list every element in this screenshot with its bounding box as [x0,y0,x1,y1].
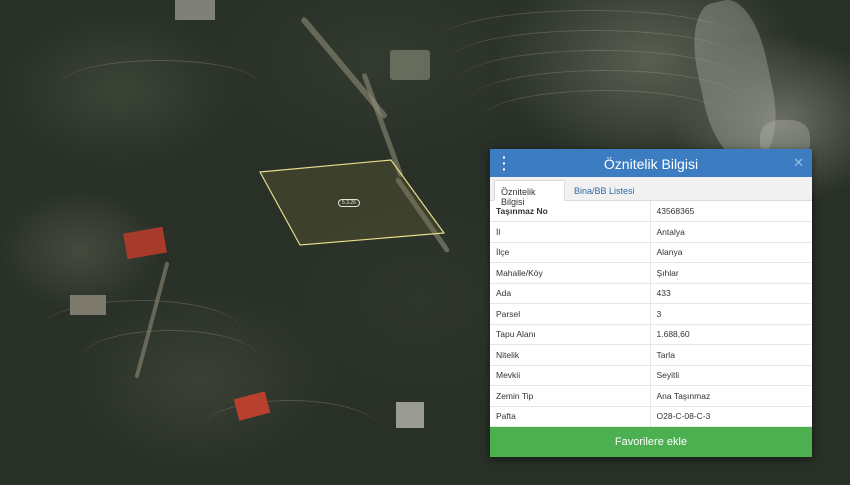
attribute-value: Alanya [650,242,812,263]
attribute-key: Ada [490,283,651,304]
add-to-favorites-button[interactable]: Favorilere ekle [490,427,812,457]
attribute-key: Tapu Alanı [490,324,651,345]
attribute-key: Mevkii [490,365,651,386]
attribute-value: 1.688,60 [650,324,812,345]
table-row: Zemin Tip Ana Taşınmaz [490,385,812,407]
table-row: Mahalle/Köy Şıhlar [490,262,812,284]
table-row: Nitelik Tarla [490,344,812,366]
table-row: İl Antalya [490,221,812,243]
tab-building-list[interactable]: Bina/BB Listesi [568,180,641,201]
attribute-key: Nitelik [490,344,651,366]
attribute-key: Pafta [490,406,651,427]
attribute-value: Antalya [650,221,812,243]
attribute-value: 3 [650,303,812,325]
table-row: Ada 433 [490,283,812,304]
parcel-label: 5.3.26 [338,199,360,207]
attribute-value: Tarla [650,344,812,366]
table-row: Taşınmaz No 43568365 [490,201,812,222]
panel-tabs: Öznitelik Bilgisi Bina/BB Listesi [490,177,812,207]
attribute-key: Zemin Tip [490,385,651,407]
table-row: Mevkii Seyitli [490,365,812,386]
attribute-key: Parsel [490,303,651,325]
attribute-key: İl [490,221,651,243]
table-row: İlçe Alanya [490,242,812,263]
attribute-value: O28-C-08-C-3 [650,406,812,427]
panel-header: · · · Öznitelik Bilgisi ✕ [490,149,812,177]
attribute-value: 43568365 [650,201,812,222]
attribute-value: Seyitli [650,365,812,386]
attribute-key: İlçe [490,242,651,263]
attribute-table: Taşınmaz No 43568365 İl Antalya İlçe Alanya Ma… [490,201,812,427]
attribute-value: Şıhlar [650,262,812,284]
panel-title: Öznitelik Bilgisi [603,156,699,172]
attribute-key: Mahalle/Köy [490,262,651,284]
tab-attribute-info[interactable]: Öznitelik Bilgisi [494,180,565,207]
table-row: Pafta O28-C-08-C-3 [490,406,812,427]
table-row: Parsel 3 [490,303,812,325]
attribute-value: Ana Taşınmaz [650,385,812,407]
attribute-value: 433 [650,283,812,304]
attribute-info-panel: · · · Öznitelik Bilgisi ✕ Öznitelik Bilgis… [490,149,812,457]
table-row: Tapu Alanı 1.688,60 [490,324,812,345]
close-icon[interactable]: ✕ [793,155,804,171]
